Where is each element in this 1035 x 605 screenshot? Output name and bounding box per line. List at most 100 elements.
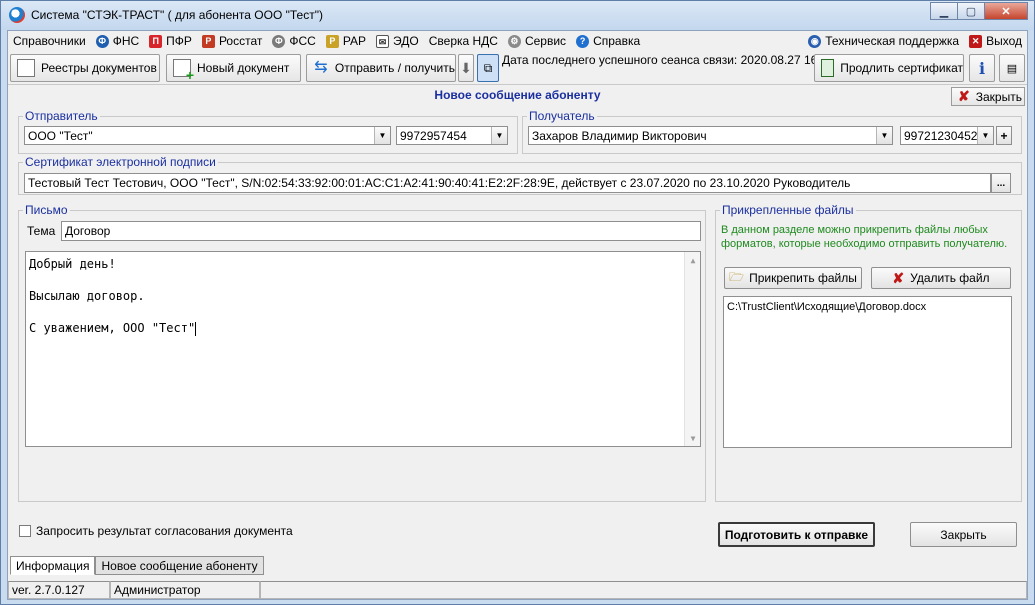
copy-button[interactable]: ⧉	[477, 54, 499, 82]
menu-rar[interactable]: Р РАР	[321, 31, 371, 51]
dropdown-arrow-icon[interactable]: ▼	[876, 127, 892, 144]
button-label: Продлить сертификат	[840, 61, 963, 75]
help-icon: ?	[576, 34, 590, 48]
recipient-inn-select[interactable]: 997212304527 ▼	[900, 126, 994, 145]
registries-button[interactable]: Реестры документов	[10, 54, 160, 82]
title-bar[interactable]: Система "СТЭК-ТРАСТ" ( для абонента ООО …	[1, 1, 1034, 30]
close-window-button[interactable]: ✕	[984, 2, 1028, 20]
sender-inn-select[interactable]: 9972957454 ▼	[396, 126, 508, 145]
pdf-icon: ▤	[1006, 62, 1018, 75]
letter-body-textarea[interactable]: Добрый день! Высылаю договор. С уважение…	[25, 251, 701, 447]
sender-name-select[interactable]: ООО "Тест" ▼	[24, 126, 391, 145]
button-label: Удалить файл	[910, 271, 990, 285]
request-result-checkbox[interactable]	[19, 525, 31, 537]
menu-label: Сервис	[524, 34, 567, 48]
new-document-icon: +	[173, 59, 194, 82]
button-label: Прикрепить файлы	[749, 271, 857, 285]
recipient-name-select[interactable]: Захаров Владимир Викторович ▼	[528, 126, 893, 145]
menu-label: Росстат	[218, 34, 263, 48]
body-line: Добрый день!	[29, 257, 116, 271]
menu-help[interactable]: ? Справка	[571, 31, 645, 51]
menu-label: ФСС	[289, 34, 316, 48]
certificate-field[interactable]: Тестовый Тест Тестович, ООО "Тест", S/N:…	[24, 173, 991, 193]
info-button[interactable]: i	[969, 54, 995, 82]
user-text: Администратор	[114, 583, 201, 597]
letter-scrollbar[interactable]: ▲ ▼	[684, 252, 700, 446]
menu-service[interactable]: ⚙ Сервис	[503, 31, 571, 51]
document-tabs: Информация Новое сообщение абоненту	[10, 556, 264, 575]
body-line-with-caret: С уважением, ООО "Тест"	[26, 320, 700, 336]
dropdown-arrow-icon[interactable]: ▼	[374, 127, 390, 144]
recipient-inn-value: 997212304527	[904, 128, 985, 143]
scroll-up-icon[interactable]: ▲	[685, 252, 701, 268]
support-icon: ◉	[808, 34, 822, 48]
pdf-button[interactable]: ▤	[999, 54, 1025, 82]
attached-files-list[interactable]: C:\TrustClient\Исходящие\Договор.docx	[723, 296, 1012, 448]
tab-information[interactable]: Информация	[10, 556, 96, 575]
letter-group-label: Письмо	[23, 203, 70, 217]
button-label: Новый документ	[197, 61, 290, 75]
menu-label: Техническая поддержка	[825, 34, 960, 48]
menu-label: Справочники	[13, 34, 86, 48]
copy-icon: ⧉	[483, 60, 493, 75]
subject-label: Тема	[27, 224, 56, 238]
attachments-group: Прикрепленные файлы В данном разделе мож…	[715, 203, 1022, 502]
menu-support[interactable]: ◉ Техническая поддержка	[803, 31, 964, 51]
pfr-icon: П	[149, 34, 163, 48]
version-cell: ver. 2.7.0.127	[8, 581, 110, 599]
menu-exit[interactable]: ✕ Выход	[964, 31, 1027, 51]
body-line: Высылаю договор.	[29, 289, 145, 303]
minimize-button[interactable]: ▁	[930, 2, 958, 20]
scroll-down-icon[interactable]: ▼	[685, 430, 701, 446]
fss-icon: Ф	[272, 34, 286, 48]
menu-pfr[interactable]: П ПФР	[144, 31, 197, 51]
attached-file-item[interactable]: C:\TrustClient\Исходящие\Договор.docx	[724, 297, 1011, 313]
prepare-to-send-button[interactable]: Подготовить к отправке	[718, 522, 875, 547]
extend-certificate-button[interactable]: Продлить сертификат	[814, 54, 964, 82]
fns-icon: Ф	[95, 34, 109, 48]
recipient-name-value: Захаров Владимир Викторович	[532, 128, 707, 143]
menu-label: РАР	[342, 34, 367, 48]
menu-label: Сверка НДС	[428, 34, 498, 48]
text-caret	[195, 321, 197, 336]
subject-input[interactable]: Договор	[61, 221, 701, 241]
new-document-button[interactable]: + Новый документ	[166, 54, 301, 82]
maximize-button[interactable]: ▢	[957, 2, 985, 20]
document-list-icon	[17, 59, 35, 77]
attach-files-button[interactable]: 🗁 Прикрепить файлы	[724, 267, 862, 289]
menu-fss[interactable]: Ф ФСС	[267, 31, 320, 51]
certificate-icon	[821, 59, 835, 77]
menu-label: Справка	[593, 34, 641, 48]
request-result-label[interactable]: Запросить результат согласования докумен…	[36, 524, 293, 538]
last-session-text: Дата последнего успешного сеанса связи: …	[502, 53, 835, 67]
delete-file-button[interactable]: ✘ Удалить файл	[871, 267, 1011, 289]
menu-nds-reconciliation[interactable]: Сверка НДС	[424, 31, 503, 51]
down-arrow-icon: ⬇	[460, 59, 472, 76]
download-arrow-button[interactable]: ⬇	[458, 54, 474, 82]
dropdown-arrow-icon[interactable]: ▼	[977, 127, 993, 144]
menu-references[interactable]: Справочники	[8, 31, 91, 51]
tab-new-message[interactable]: Новое сообщение абоненту	[95, 556, 264, 575]
menu-label: Выход	[986, 34, 1022, 48]
close-form-button-top[interactable]: ✘ Закрыть	[951, 87, 1025, 106]
dropdown-arrow-icon[interactable]: ▼	[491, 127, 507, 144]
add-recipient-button[interactable]: +	[996, 126, 1012, 145]
menu-edo[interactable]: ✉ ЭДО	[371, 31, 424, 51]
menu-rosstat[interactable]: Р Росстат	[197, 31, 267, 51]
ellipsis-icon: ...	[996, 177, 1006, 189]
info-icon: i	[978, 58, 986, 78]
send-receive-button[interactable]: ⇆ Отправить / получить	[306, 54, 456, 82]
menu-label: ЭДО	[393, 34, 419, 48]
sender-group: Отправитель ООО "Тест" ▼ 9972957454 ▼	[18, 109, 518, 154]
button-label: Отправить / получить	[334, 61, 455, 75]
client-area: Справочники Ф ФНС П ПФР Р Росстат Ф ФСС Р РАР…	[7, 30, 1028, 600]
close-icon: ✘	[958, 88, 970, 104]
form-title: Новое сообщение абоненту	[434, 88, 601, 102]
tab-label: Новое сообщение абоненту	[101, 558, 258, 573]
certificate-browse-button[interactable]: ...	[991, 173, 1011, 193]
menu-fns[interactable]: Ф ФНС	[91, 31, 144, 51]
close-form-button[interactable]: Закрыть	[910, 522, 1017, 547]
menu-label: ПФР	[166, 34, 192, 48]
user-cell: Администратор	[110, 581, 260, 599]
button-label: Закрыть	[975, 89, 1022, 104]
